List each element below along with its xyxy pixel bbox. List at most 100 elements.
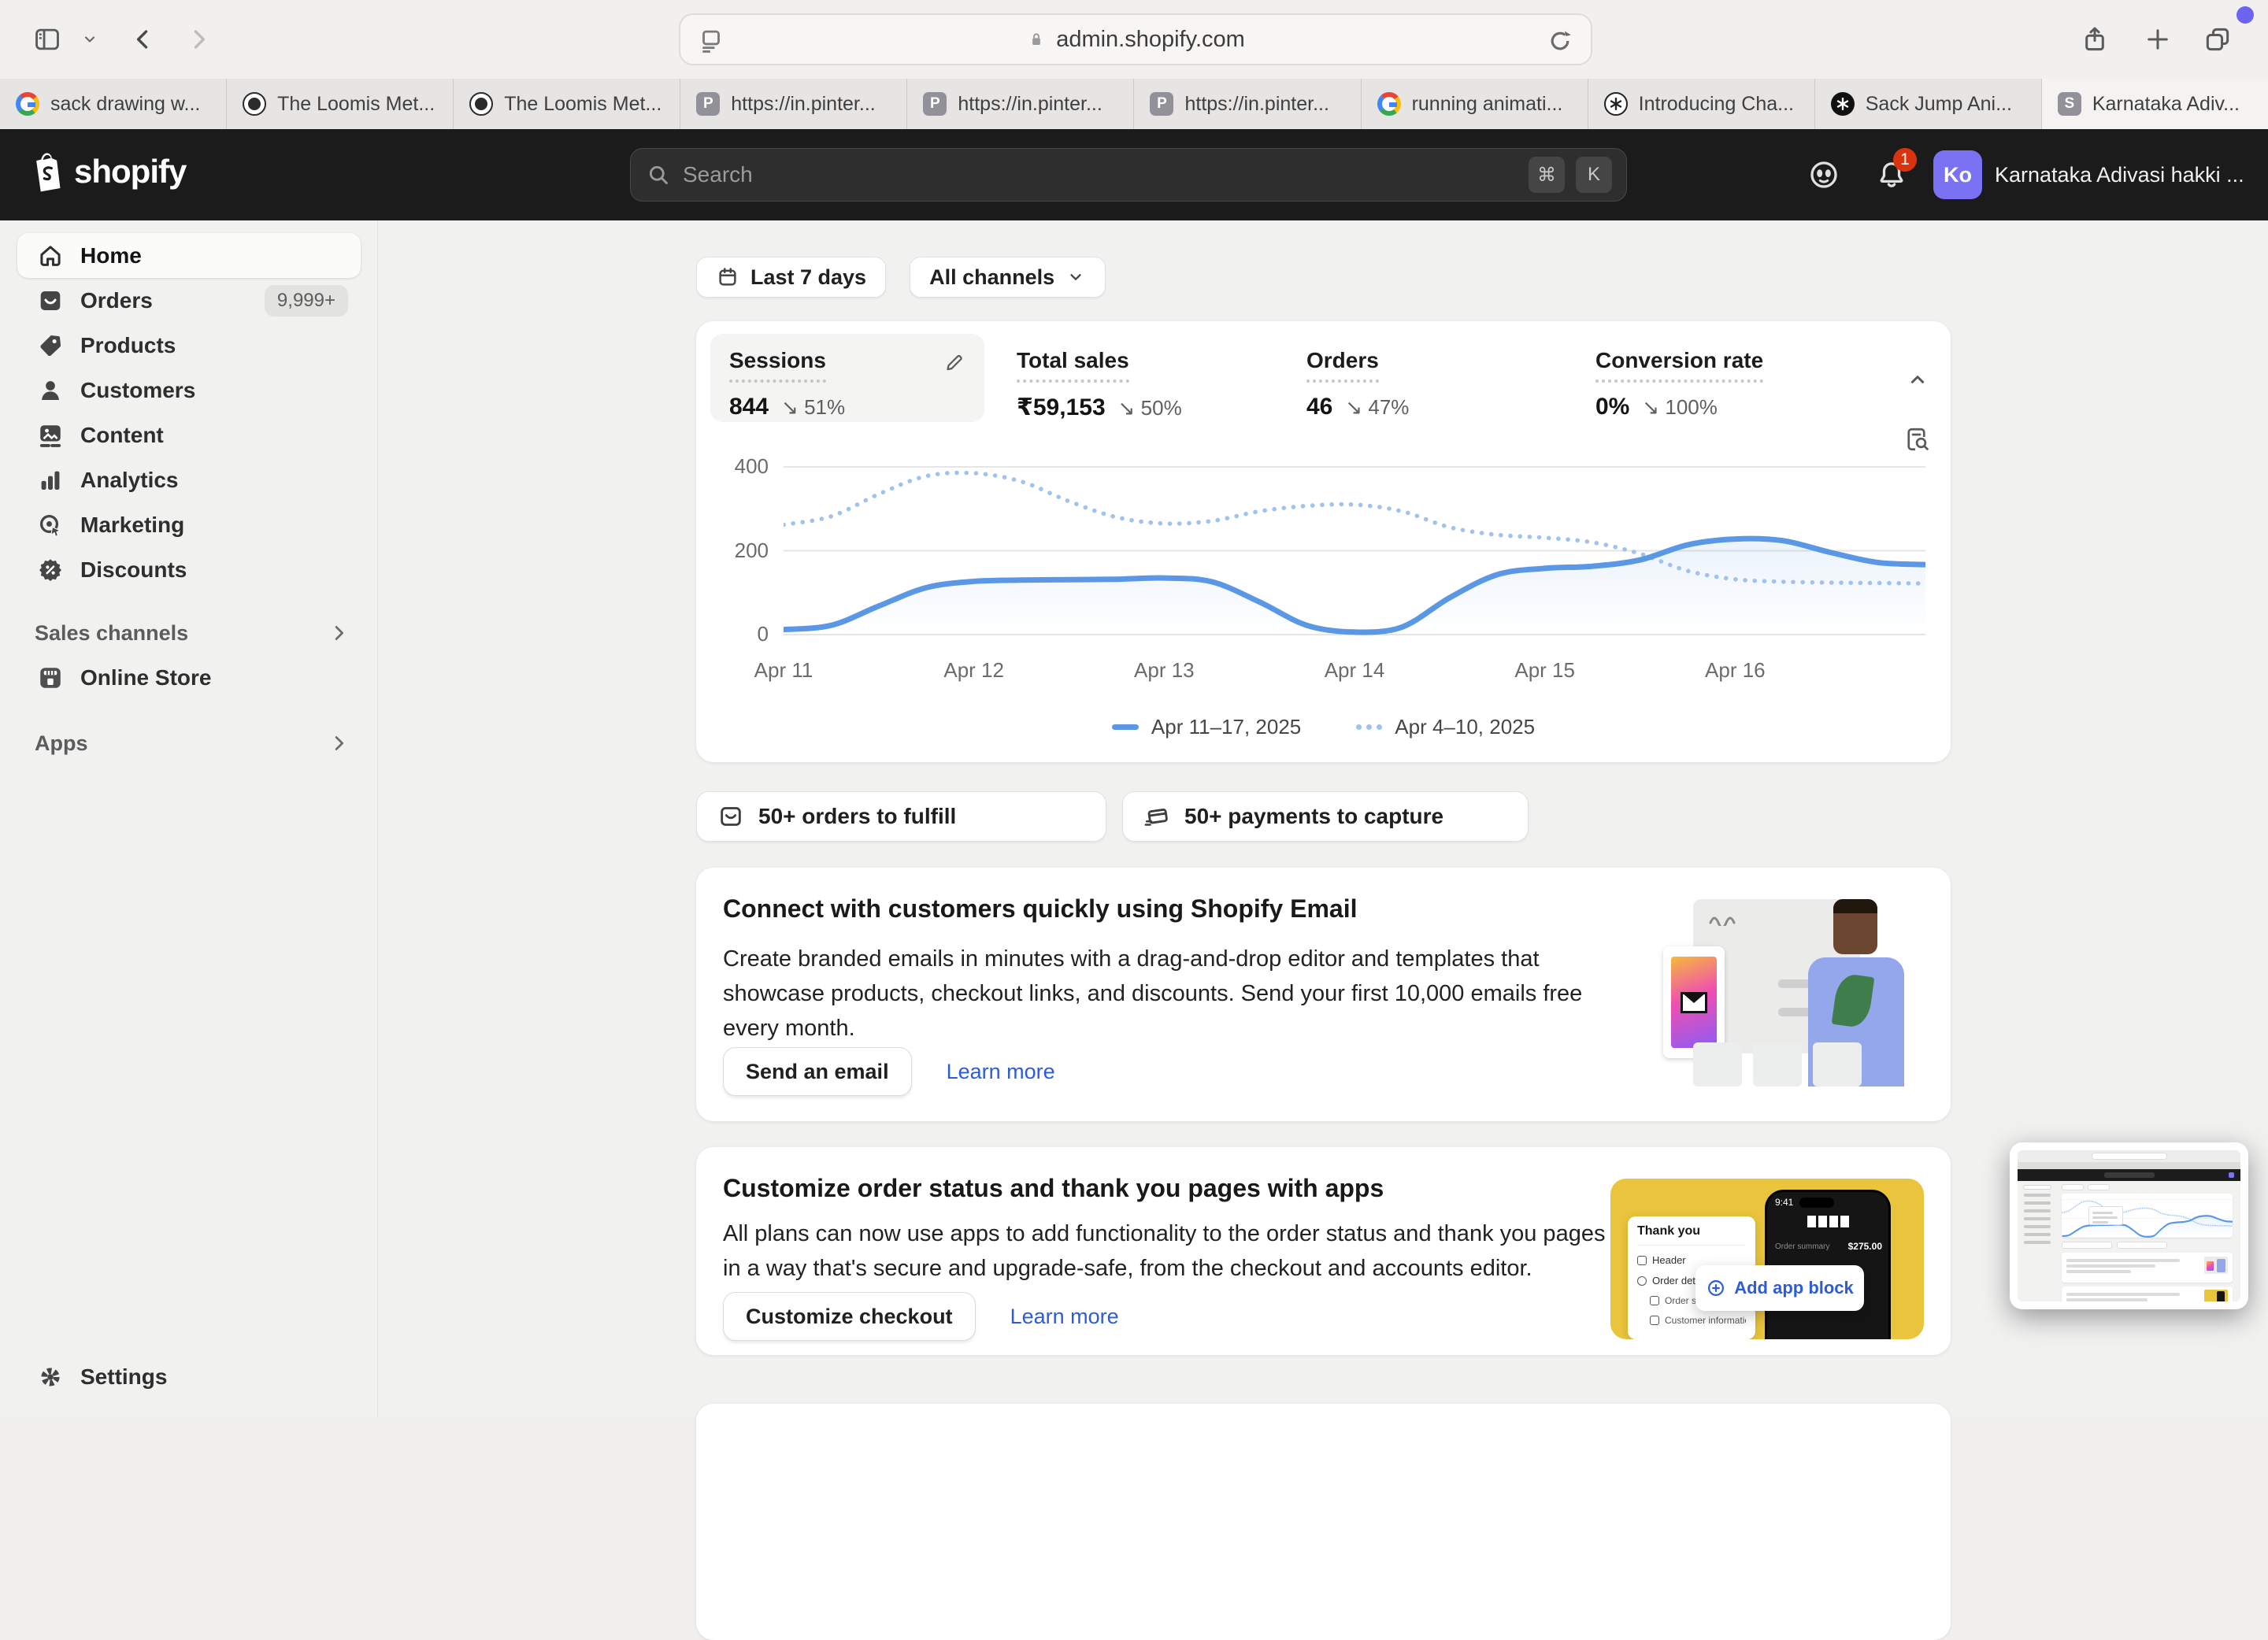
- browser-tab[interactable]: Introducing Cha...: [1588, 79, 1814, 129]
- screenshot-preview-thumbnail[interactable]: [2010, 1142, 2248, 1309]
- browser-tab[interactable]: The Loomis Met...: [226, 79, 453, 129]
- share-icon[interactable]: [2076, 20, 2114, 58]
- sidebar-item-content[interactable]: Content: [17, 413, 361, 457]
- learn-more-link[interactable]: Learn more: [947, 1060, 1055, 1084]
- google-favicon: [16, 92, 39, 116]
- browser-tab[interactable]: Sack Jump Ani...: [1814, 79, 2041, 129]
- tab-title: https://in.pinter...: [1184, 93, 1344, 116]
- pinterest-favicon: P: [696, 92, 720, 116]
- sidebar-item-label: Content: [80, 423, 348, 448]
- x-tick-label: Apr 16: [1705, 658, 1766, 683]
- shopify-logo[interactable]: shopify: [30, 151, 186, 192]
- sidebar-item-analytics[interactable]: Analytics: [17, 457, 361, 502]
- reader-icon[interactable]: [696, 26, 726, 56]
- checkout-apps-card: Customize order status and thank you pag…: [696, 1147, 1951, 1355]
- shopify-email-card: Connect with customers quickly using Sho…: [696, 868, 1951, 1121]
- metric-conversion-rate[interactable]: Conversion rate0%↘ 100%: [1595, 348, 1763, 420]
- email-icon: [1663, 946, 1725, 1058]
- quick-action-capture-payments[interactable]: 50+ payments to capture: [1122, 791, 1529, 842]
- sidebar-item-discounts[interactable]: Discounts: [17, 547, 361, 592]
- thumbnail-screen: [2018, 1150, 2240, 1301]
- sidebar-item-label: Products: [80, 333, 348, 358]
- sidebar-section-sales-channels[interactable]: Sales channels: [0, 614, 378, 652]
- browser-tab[interactable]: sack drawing w...: [0, 79, 226, 129]
- loomis-favicon: [243, 92, 266, 116]
- channel-filter-button[interactable]: All channels: [910, 257, 1106, 298]
- sidebar-item-products[interactable]: Products: [17, 323, 361, 368]
- learn-more-link[interactable]: Learn more: [1010, 1305, 1119, 1329]
- metric-total-sales[interactable]: Total sales₹59,153↘ 50%: [1017, 348, 1182, 421]
- products-icon: [36, 331, 65, 360]
- sidebar-item-settings[interactable]: Settings: [0, 1354, 378, 1399]
- chevron-right-icon: [328, 732, 350, 754]
- address-bar[interactable]: admin.shopify.com: [679, 13, 1592, 65]
- sidebar: Home Orders9,999+ Products Customers Content…: [0, 220, 378, 1417]
- tab-title: Sack Jump Ani...: [1866, 93, 2025, 116]
- global-search[interactable]: ⌘ K: [630, 148, 1627, 202]
- browser-tab[interactable]: SKarnataka Adiv...: [2041, 79, 2268, 129]
- tab-title: The Loomis Met...: [277, 93, 437, 116]
- chatgpt-dark-favicon: [1831, 92, 1855, 116]
- account-menu[interactable]: Ko Karnataka Adivasi hakki ...: [1933, 149, 2244, 201]
- x-tick-label: Apr 13: [1134, 658, 1195, 683]
- browser-toolbar: admin.shopify.com: [0, 0, 2268, 79]
- forward-icon[interactable]: [180, 20, 217, 58]
- sidekick-icon[interactable]: [1805, 156, 1843, 194]
- tab-title: The Loomis Met...: [504, 93, 664, 116]
- marketing-icon: [36, 511, 65, 539]
- settings-label: Settings: [80, 1364, 348, 1390]
- quick-action-label: 50+ payments to capture: [1184, 804, 1443, 829]
- channel-label: All channels: [929, 265, 1054, 290]
- back-icon[interactable]: [124, 20, 162, 58]
- collapse-chevron-icon[interactable]: [1905, 367, 1930, 392]
- sidebar-item-label: Discounts: [80, 557, 348, 583]
- browser-tab[interactable]: The Loomis Met...: [453, 79, 680, 129]
- browser-tab[interactable]: running animati...: [1361, 79, 1588, 129]
- refresh-icon[interactable]: [1545, 26, 1575, 56]
- customize-checkout-button[interactable]: Customize checkout: [723, 1292, 976, 1341]
- metric-sessions[interactable]: Sessions844↘ 51%: [710, 334, 984, 422]
- add-app-block-button[interactable]: Add app block: [1695, 1265, 1864, 1311]
- sidebar-item-marketing[interactable]: Marketing: [17, 502, 361, 547]
- chevron-right-icon: [328, 622, 350, 644]
- sidebar-item-label: Home: [80, 243, 348, 268]
- quick-action-fulfill-orders[interactable]: 50+ orders to fulfill: [696, 791, 1106, 842]
- tab-overview-icon[interactable]: [2199, 20, 2236, 58]
- metric-orders[interactable]: Orders46↘ 47%: [1306, 348, 1409, 420]
- date-range-button[interactable]: Last 7 days: [696, 257, 886, 298]
- legend-label: Apr 4–10, 2025: [1395, 715, 1535, 739]
- y-tick-label: 200: [707, 539, 769, 563]
- new-tab-icon[interactable]: [2139, 20, 2177, 58]
- edit-pencil-icon[interactable]: [943, 350, 967, 373]
- shopify-topbar: shopify ⌘ K 1 Ko Karnataka Adivasi hakki…: [0, 129, 2268, 220]
- legend-item: Apr 11–17, 2025: [1112, 715, 1301, 739]
- send-email-button[interactable]: Send an email: [723, 1047, 912, 1096]
- chevron-down-icon[interactable]: [76, 20, 104, 58]
- store-name: Karnataka Adivasi hakki ...: [1995, 163, 2244, 187]
- next-card-peek: [696, 1404, 1951, 1640]
- search-icon: [645, 161, 672, 188]
- notifications-bell-icon[interactable]: 1: [1873, 156, 1910, 194]
- sidebar-item-home[interactable]: Home: [17, 233, 361, 278]
- tab-title: https://in.pinter...: [731, 93, 891, 116]
- payments-icon: [1143, 803, 1170, 830]
- sidebar-section-apps[interactable]: Apps: [0, 724, 378, 762]
- sidebar-item-orders[interactable]: Orders9,999+: [17, 278, 361, 323]
- y-tick-label: 400: [707, 454, 769, 479]
- chart-legend: Apr 11–17, 2025 Apr 4–10, 2025: [696, 715, 1951, 739]
- calendar-icon: [716, 265, 739, 289]
- browser-tab[interactable]: Phttps://in.pinter...: [1133, 79, 1360, 129]
- browser-tab[interactable]: Phttps://in.pinter...: [906, 79, 1133, 129]
- metric-value: 844: [729, 394, 769, 420]
- sidebar-item-customers[interactable]: Customers: [17, 368, 361, 413]
- gear-icon: [36, 1363, 65, 1391]
- search-input[interactable]: [683, 162, 1518, 187]
- shopify-bag-icon: [30, 151, 66, 192]
- sidebar-item-label: Marketing: [80, 513, 348, 538]
- sidebar-item-online-store[interactable]: Online Store: [17, 655, 360, 700]
- sidebar-toggle-icon[interactable]: [28, 20, 66, 58]
- panel-item-customer-info: Customer information: [1665, 1315, 1746, 1326]
- browser-tab[interactable]: Phttps://in.pinter...: [680, 79, 906, 129]
- card-title: Connect with customers quickly using Sho…: [723, 894, 1357, 924]
- metric-label: Sessions: [729, 348, 826, 383]
